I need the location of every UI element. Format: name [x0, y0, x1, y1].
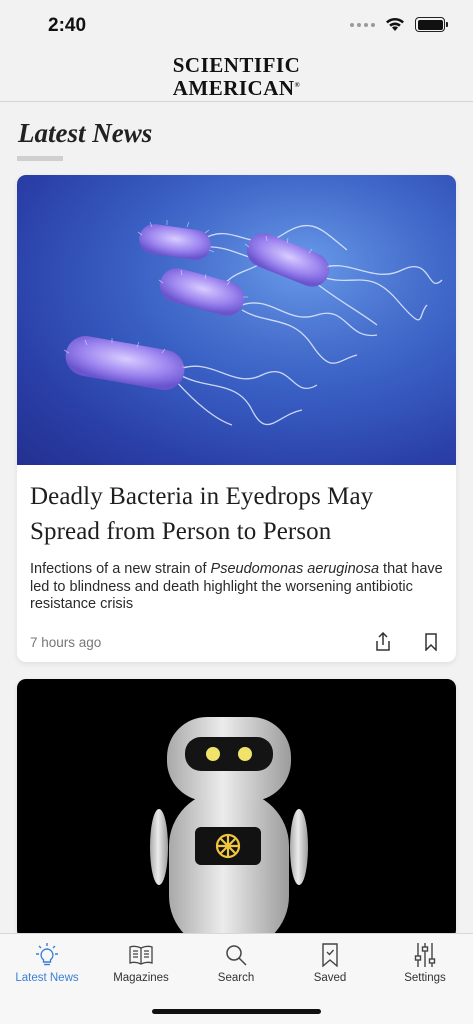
- tab-magazines[interactable]: Magazines: [94, 941, 188, 984]
- home-indicator[interactable]: [152, 1009, 321, 1014]
- tab-saved[interactable]: Saved: [283, 941, 377, 984]
- status-bar: 2:40: [0, 0, 473, 52]
- tab-search[interactable]: Search: [189, 941, 283, 984]
- article-timestamp: 7 hours ago: [30, 634, 102, 650]
- section-title: Latest News: [18, 118, 153, 148]
- article-dek: Infections of a new strain of Pseudomona…: [30, 561, 443, 612]
- tab-label: Search: [217, 972, 255, 984]
- article-footer: 7 hours ago: [30, 630, 443, 654]
- logo-line2: AMERICAN: [172, 76, 295, 100]
- tab-label: Latest News: [15, 972, 79, 984]
- tab-label: Saved: [313, 972, 347, 984]
- logo: SCIENTIFIC AMERICAN®: [172, 53, 301, 100]
- tab-settings[interactable]: Settings: [378, 941, 472, 984]
- status-time: 2:40: [48, 15, 87, 36]
- sliders-icon: [378, 941, 472, 969]
- tab-label: Settings: [404, 972, 446, 984]
- article-card[interactable]: [17, 679, 456, 939]
- robot-illustration: [150, 717, 308, 939]
- bacteria-illustration: [17, 175, 456, 465]
- logo-line1: SCIENTIFIC: [172, 53, 301, 77]
- battery-icon: [415, 17, 448, 32]
- app-header: SCIENTIFIC AMERICAN®: [0, 52, 473, 102]
- bookmark-icon: [283, 941, 377, 969]
- tab-label: Magazines: [113, 972, 169, 984]
- lightbulb-icon: [0, 941, 94, 969]
- search-icon: [189, 941, 283, 969]
- magazine-icon: [94, 941, 188, 969]
- signal-dots-icon: [350, 22, 375, 27]
- article-body: Deadly Bacteria in Eyedrops May Spread f…: [17, 465, 456, 614]
- article-card[interactable]: Deadly Bacteria in Eyedrops May Spread f…: [17, 175, 456, 662]
- wifi-icon: [386, 17, 404, 31]
- share-icon[interactable]: [371, 630, 395, 654]
- tab-latest-news[interactable]: Latest News: [0, 941, 94, 984]
- bookmark-icon[interactable]: [419, 630, 443, 654]
- article-headline[interactable]: Deadly Bacteria in Eyedrops May Spread f…: [30, 479, 443, 549]
- status-icons: [350, 17, 448, 32]
- logo-mark: ®: [294, 81, 301, 89]
- article-image: [17, 175, 456, 465]
- article-dek-italic: Pseudomonas aeruginosa: [210, 561, 380, 577]
- section-title-underline: [17, 156, 63, 161]
